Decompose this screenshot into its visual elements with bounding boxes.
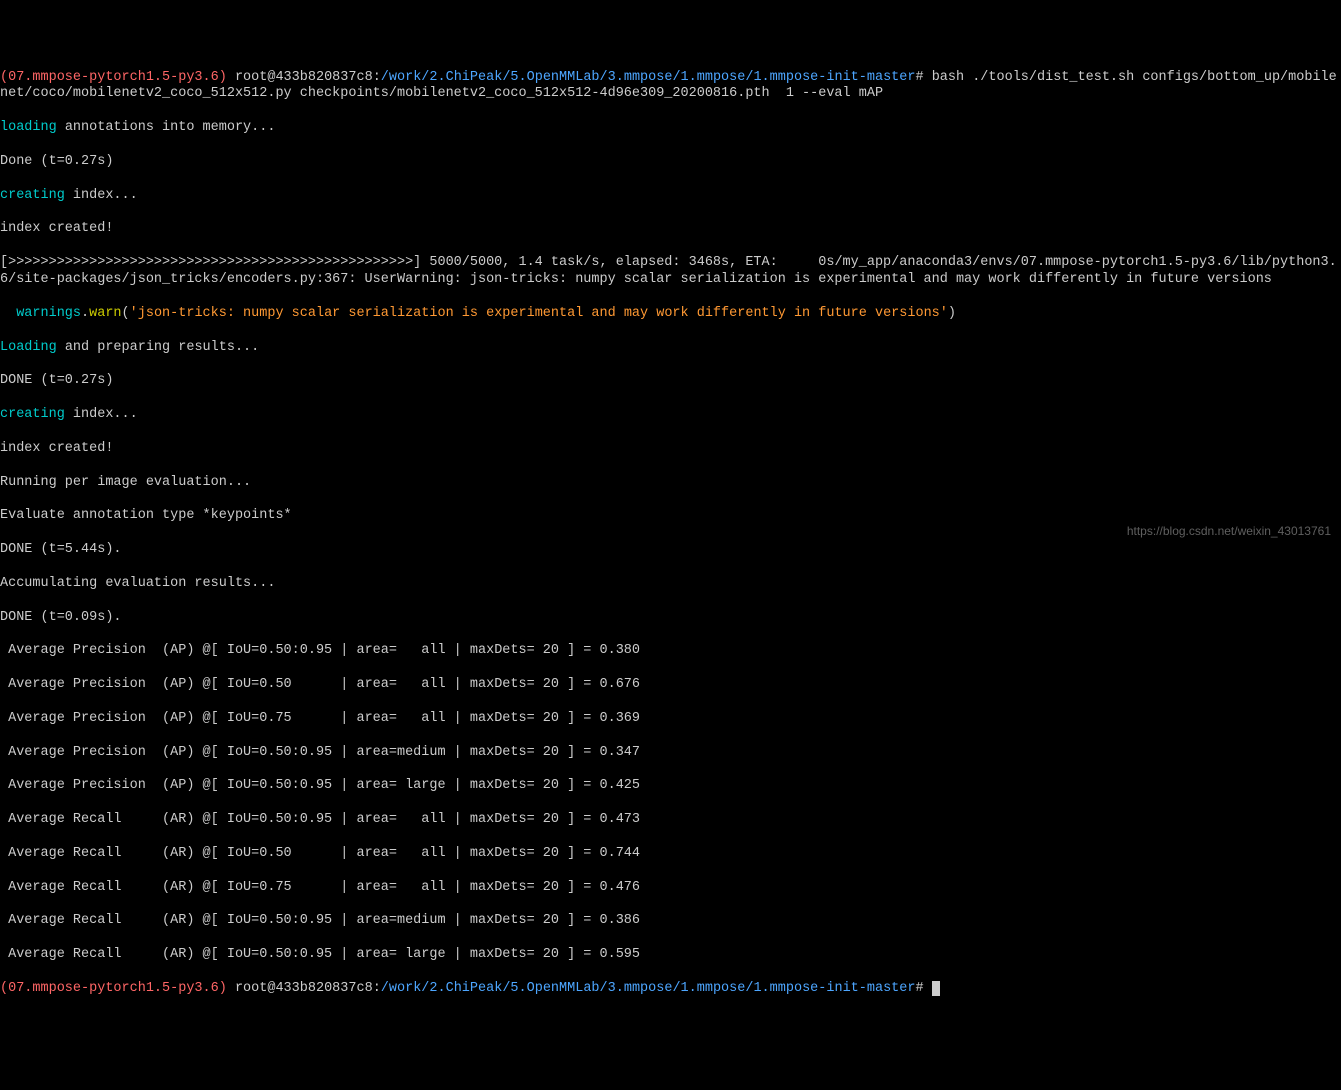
- metric-line: Average Recall (AR) @[ IoU=0.75 | area= …: [0, 880, 1341, 897]
- terminal-line-evaltype: Evaluate annotation type *keypoints*: [0, 508, 1341, 525]
- loading-results-text: and preparing results...: [57, 340, 260, 355]
- creating-keyword2: creating: [0, 407, 65, 422]
- metric-line: Average Recall (AR) @[ IoU=0.50:0.95 | a…: [0, 913, 1341, 930]
- user-host: root@433b820837c8: [235, 70, 373, 85]
- terminal-line-running: Running per image evaluation...: [0, 475, 1341, 492]
- terminal-line-prompt2[interactable]: (07.mmpose-pytorch1.5-py3.6) root@433b82…: [0, 981, 1341, 998]
- open-paren: (: [122, 306, 130, 321]
- terminal-line-done2: DONE (t=0.27s): [0, 373, 1341, 390]
- metric-line: Average Precision (AP) @[ IoU=0.50 | are…: [0, 677, 1341, 694]
- env-prefix: (07.mmpose-pytorch1.5-py3.6): [0, 981, 235, 996]
- terminal-line-prompt1: (07.mmpose-pytorch1.5-py3.6) root@433b82…: [0, 70, 1341, 104]
- loading-results-keyword: Loading: [0, 340, 57, 355]
- terminal-line-progress: [>>>>>>>>>>>>>>>>>>>>>>>>>>>>>>>>>>>>>>>…: [0, 255, 1341, 289]
- creating-text: index...: [65, 188, 138, 203]
- metric-line: Average Recall (AR) @[ IoU=0.50:0.95 | a…: [0, 947, 1341, 964]
- cwd-path: /work/2.ChiPeak/5.OpenMMLab/3.mmpose/1.m…: [381, 981, 916, 996]
- metric-line: Average Recall (AR) @[ IoU=0.50:0.95 | a…: [0, 812, 1341, 829]
- terminal-line-index2: index created!: [0, 441, 1341, 458]
- colon: :: [373, 70, 381, 85]
- cursor-icon[interactable]: [932, 981, 940, 996]
- metric-line: Average Precision (AP) @[ IoU=0.75 | are…: [0, 711, 1341, 728]
- close-paren: ): [948, 306, 956, 321]
- creating-text2: index...: [65, 407, 138, 422]
- terminal-line-creating1: creating index...: [0, 188, 1341, 205]
- loading-keyword: loading: [0, 120, 57, 135]
- metric-line: Average Precision (AP) @[ IoU=0.50:0.95 …: [0, 778, 1341, 795]
- creating-keyword: creating: [0, 188, 65, 203]
- terminal-line-loading: loading annotations into memory...: [0, 120, 1341, 137]
- warn-message: 'json-tricks: numpy scalar serialization…: [130, 306, 948, 321]
- user-host: root@433b820837c8: [235, 981, 373, 996]
- loading-text: annotations into memory...: [57, 120, 276, 135]
- terminal-line-creating2: creating index...: [0, 407, 1341, 424]
- progress-bar-text: [>>>>>>>>>>>>>>>>>>>>>>>>>>>>>>>>>>>>>>>…: [0, 255, 834, 270]
- terminal-line-loading-results: Loading and preparing results...: [0, 340, 1341, 357]
- cwd-path: /work/2.ChiPeak/5.OpenMMLab/3.mmpose/1.m…: [381, 70, 916, 85]
- watermark-text: https://blog.csdn.net/weixin_43013761: [1127, 524, 1331, 539]
- prompt-hash: #: [915, 70, 931, 85]
- dot: .: [81, 306, 89, 321]
- env-prefix: (07.mmpose-pytorch1.5-py3.6): [0, 70, 235, 85]
- warn-func: warn: [89, 306, 121, 321]
- terminal-line-done1: Done (t=0.27s): [0, 154, 1341, 171]
- terminal-line-warncode: warnings.warn('json-tricks: numpy scalar…: [0, 306, 1341, 323]
- metric-line: Average Precision (AP) @[ IoU=0.50:0.95 …: [0, 745, 1341, 762]
- warnings-module: warnings: [0, 306, 81, 321]
- colon: :: [373, 981, 381, 996]
- terminal-line-accumulating: Accumulating evaluation results...: [0, 576, 1341, 593]
- terminal-line-index1: index created!: [0, 221, 1341, 238]
- metric-line: Average Precision (AP) @[ IoU=0.50:0.95 …: [0, 643, 1341, 660]
- metric-line: Average Recall (AR) @[ IoU=0.50 | area= …: [0, 846, 1341, 863]
- prompt-hash: #: [915, 981, 931, 996]
- terminal-line-done4: DONE (t=0.09s).: [0, 610, 1341, 627]
